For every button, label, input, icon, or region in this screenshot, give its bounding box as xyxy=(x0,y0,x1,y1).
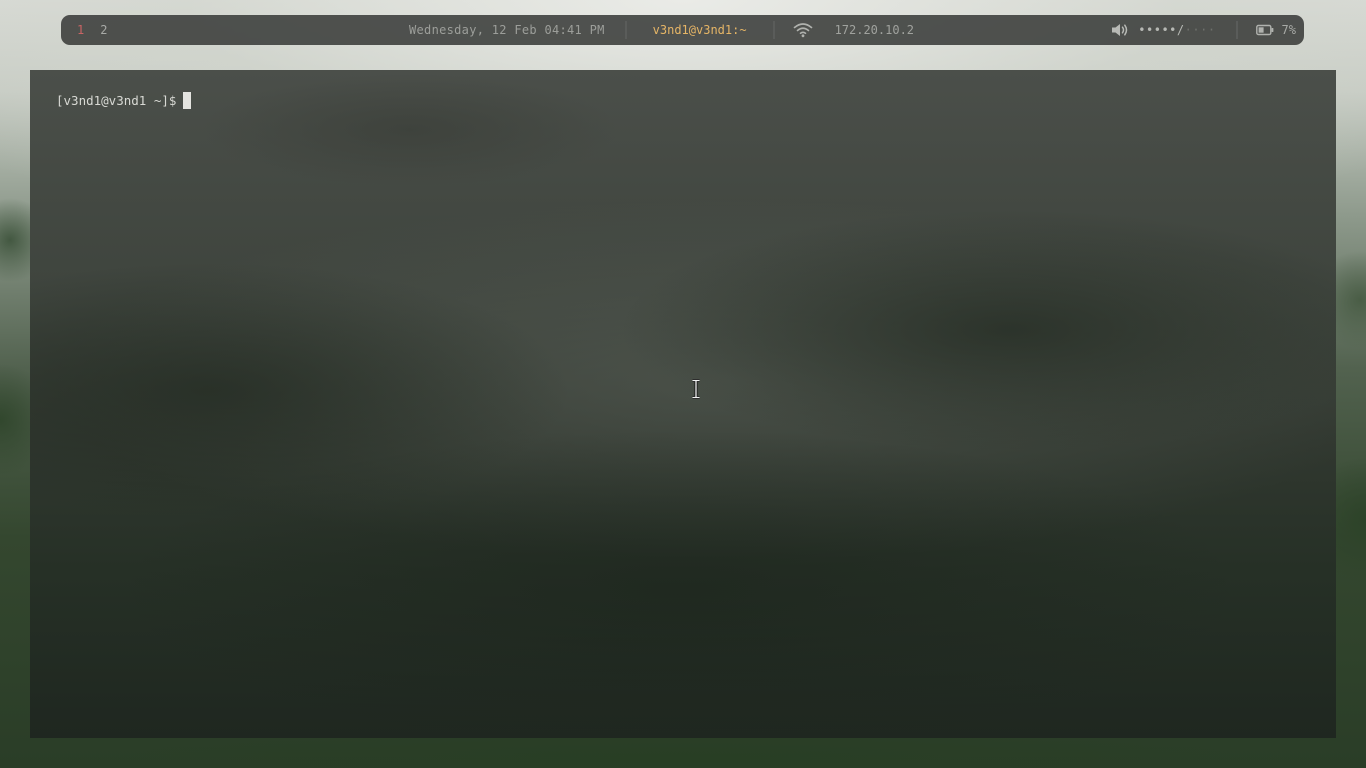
battery-icon xyxy=(1255,24,1274,36)
active-window-title: v3nd1@v3nd1:~ xyxy=(652,23,747,37)
volume-level-empty: ···· xyxy=(1184,23,1216,37)
battery-percent: 7% xyxy=(1281,23,1296,37)
text-cursor xyxy=(183,92,192,109)
volume-level-bar[interactable]: •••••/···· xyxy=(1138,23,1215,37)
bar-right-group: •••••/···· 7% xyxy=(1110,15,1296,45)
shell-prompt: [v3nd1@v3nd1 ~]$ xyxy=(56,93,177,108)
bar-divider xyxy=(624,21,627,39)
bar-center-group: Wednesday, 12 Feb 04:41 PM v3nd1@v3nd1:~… xyxy=(409,15,914,45)
clock: Wednesday, 12 Feb 04:41 PM xyxy=(409,23,605,37)
ip-address: 172.20.10.2 xyxy=(834,23,915,37)
workspace-1-button[interactable]: 1 xyxy=(77,23,84,37)
terminal-prompt-line[interactable]: [v3nd1@v3nd1 ~]$ xyxy=(56,92,192,109)
i-beam-cursor-icon xyxy=(691,379,701,403)
terminal-window[interactable]: [v3nd1@v3nd1 ~]$ xyxy=(30,70,1336,738)
volume-level-filled: ••••• xyxy=(1138,23,1177,37)
speaker-icon[interactable] xyxy=(1110,22,1130,38)
wifi-icon[interactable] xyxy=(793,22,813,38)
bar-divider xyxy=(772,21,775,39)
workspace-switcher: 1 2 xyxy=(77,15,107,45)
bar-divider xyxy=(1235,21,1238,39)
top-status-bar: 1 2 Wednesday, 12 Feb 04:41 PM v3nd1@v3n… xyxy=(61,15,1304,45)
workspace-2-button[interactable]: 2 xyxy=(100,23,107,37)
volume-level-separator: / xyxy=(1176,23,1185,37)
terminal-background xyxy=(30,70,1336,738)
